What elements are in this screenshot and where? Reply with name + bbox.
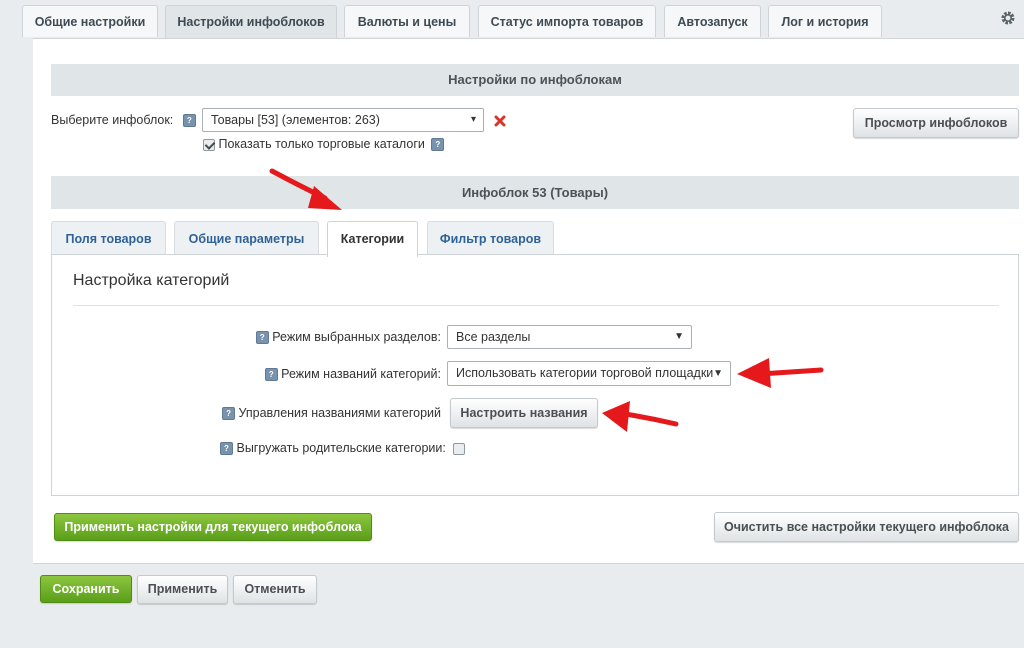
help-icon[interactable]: ? [220, 442, 233, 456]
section-title-bar: Настройки по инфоблокам [51, 64, 1019, 96]
help-icon[interactable]: ? [264, 368, 278, 382]
help-icon[interactable]: ? [431, 138, 445, 152]
apply-button[interactable]: Применить [137, 575, 228, 604]
tab-currencies-prices[interactable]: Валюты и цены [344, 5, 470, 37]
section-title: Настройки по инфоблокам [448, 72, 622, 87]
export-parents-row: ? Выгружать родительские категории: [220, 441, 466, 456]
tab-log-history[interactable]: Лог и история [768, 5, 882, 37]
tab-general-settings[interactable]: Общие настройки [22, 5, 158, 37]
divider [73, 305, 999, 306]
iblock-select-label-row: Выберите инфоблок: ? [51, 113, 196, 128]
help-icon[interactable]: ? [222, 407, 236, 421]
section-mode-value: Все разделы [456, 330, 531, 344]
delete-icon[interactable] [494, 115, 506, 127]
view-iblocks-button[interactable]: Просмотр инфоблоков [853, 108, 1019, 138]
tab-product-fields[interactable]: Поля товаров [51, 221, 166, 255]
save-button[interactable]: Сохранить [40, 575, 132, 603]
names-mode-select[interactable]: Использовать категории торговой площадки… [447, 361, 731, 386]
show-catalogs-row: Показать только торговые каталоги ? [203, 137, 445, 152]
chevron-down-icon: ▾ [470, 114, 476, 125]
show-catalogs-checkbox[interactable] [203, 138, 215, 151]
names-mode-label: Режим названий категорий: [281, 367, 441, 381]
chevron-down-icon: ▼ [713, 368, 723, 379]
annotation-arrow-icon [602, 401, 679, 432]
names-manage-label-row: ? Управления названиями категорий [222, 406, 442, 421]
categories-heading: Настройка категорий [73, 272, 230, 289]
section-mode-select[interactable]: Все разделы ▼ [447, 325, 692, 349]
export-parents-label: Выгружать родительские категории: [236, 441, 446, 455]
annotation-arrow-icon [269, 168, 342, 210]
iblock-title-bar: Инфоблок 53 (Товары) [51, 176, 1019, 209]
iblock-select-value: Товары [53] (элементов: 263) [211, 113, 380, 127]
tab-iblock-settings[interactable]: Настройки инфоблоков [165, 5, 337, 40]
tab-categories[interactable]: Категории [327, 221, 418, 257]
names-manage-label: Управления названиями категорий [238, 406, 442, 420]
gear-icon[interactable] [1000, 10, 1016, 26]
tab-product-filter[interactable]: Фильтр товаров [427, 221, 554, 255]
names-mode-label-row: ? Режим названий категорий: [264, 367, 441, 382]
help-icon[interactable]: ? [182, 114, 196, 128]
tab-import-status[interactable]: Статус импорта товаров [478, 5, 656, 37]
names-mode-value: Использовать категории торговой площадки [456, 366, 714, 380]
clear-current-iblock-button[interactable]: Очистить все настройки текущего инфоблок… [714, 512, 1019, 542]
section-mode-label: Режим выбранных разделов: [272, 330, 441, 344]
export-parents-checkbox[interactable] [453, 442, 466, 455]
annotation-arrow-icon [737, 358, 824, 388]
iblock-select[interactable]: Товары [53] (элементов: 263) ▾ [202, 108, 484, 132]
tab-general-params[interactable]: Общие параметры [174, 221, 319, 255]
show-catalogs-label: Показать только торговые каталоги [218, 137, 425, 151]
tab-autostart[interactable]: Автозапуск [664, 5, 761, 37]
chevron-down-icon: ▼ [674, 331, 684, 342]
cancel-button[interactable]: Отменить [233, 575, 317, 604]
iblock-title: Инфоблок 53 (Товары) [461, 185, 609, 200]
configure-names-button[interactable]: Настроить названия [450, 398, 598, 428]
section-mode-label-row: ? Режим выбранных разделов: [255, 330, 441, 345]
apply-current-iblock-button[interactable]: Применить настройки для текущего инфобло… [54, 513, 372, 541]
help-icon[interactable]: ? [255, 331, 269, 345]
iblock-select-label: Выберите инфоблок: [51, 113, 174, 127]
